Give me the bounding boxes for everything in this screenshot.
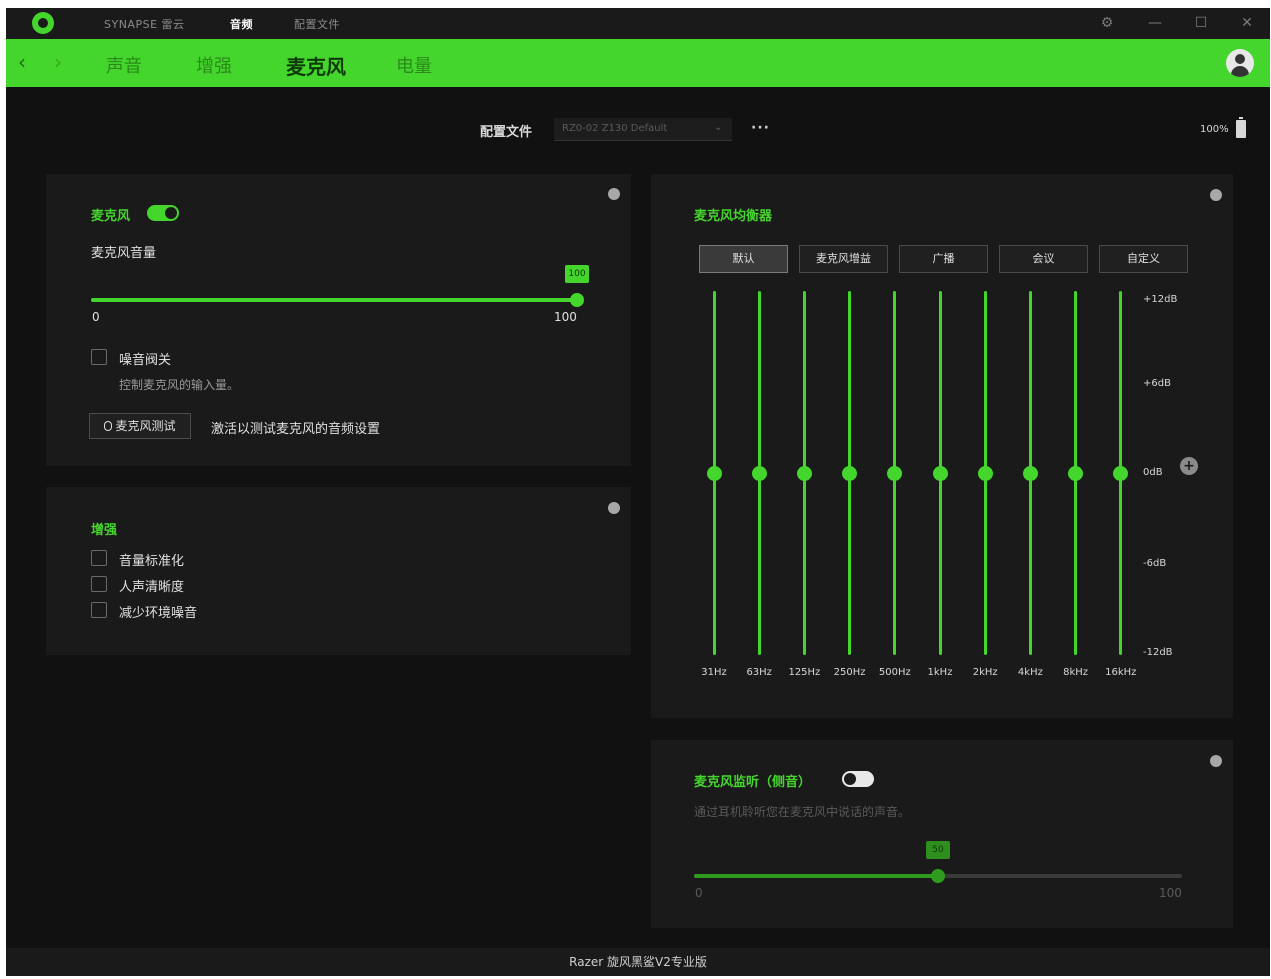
- mic-volume-min: 0: [92, 310, 100, 324]
- profile-label: 配置文件: [480, 125, 533, 140]
- mic-volume-value: 100: [565, 265, 589, 283]
- settings-icon[interactable]: ⚙: [1098, 14, 1116, 32]
- monitoring-value: 50: [926, 841, 950, 859]
- volume-normalize-label: 音量标准化: [119, 554, 185, 569]
- microphone-panel: 麦克风 麦克风音量 100 0 100 噪音阀关 控制麦克风的输入量。 麦克风测…: [46, 174, 631, 466]
- ambient-noise-reduction-checkbox[interactable]: [91, 602, 107, 618]
- microphone-toggle[interactable]: [147, 205, 179, 221]
- eq-db-label: +6dB: [1143, 378, 1171, 389]
- eq-frequency-label: 250Hz: [833, 667, 866, 678]
- eq-frequency-label: 2kHz: [972, 667, 998, 678]
- info-icon[interactable]: [1210, 189, 1222, 201]
- nav-bar: ‹ › 声音 增强 麦克风 电量: [6, 39, 1270, 87]
- eq-band-handle[interactable]: [751, 465, 767, 481]
- monitoring-toggle[interactable]: [842, 771, 874, 787]
- noise-gate-label: 噪音阀关: [119, 353, 172, 368]
- eq-preset-button[interactable]: 会议: [999, 245, 1088, 273]
- maximize-icon[interactable]: ☐: [1192, 14, 1210, 32]
- eq-frequency-label: 125Hz: [788, 667, 821, 678]
- eq-title: 麦克风均衡器: [694, 209, 773, 224]
- battery-level: 100%: [1200, 124, 1229, 135]
- eq-band-handle[interactable]: [706, 465, 722, 481]
- mic-volume-handle[interactable]: [570, 293, 584, 307]
- mic-test-button-label: 麦克风测试: [115, 419, 176, 433]
- more-options-button[interactable]: ···: [751, 120, 770, 136]
- eq-band-handle[interactable]: [796, 465, 812, 481]
- eq-band-handle[interactable]: [842, 465, 858, 481]
- enhance-title: 增强: [91, 523, 118, 538]
- tab-microphone[interactable]: 麦克风: [286, 51, 346, 80]
- eq-frequency-label: 500Hz: [878, 667, 911, 678]
- monitoring-max: 100: [1159, 886, 1182, 900]
- info-icon[interactable]: [1210, 755, 1222, 767]
- add-band-button[interactable]: +: [1180, 457, 1198, 475]
- minimize-icon[interactable]: —: [1146, 14, 1164, 32]
- mic-volume-fill: [91, 298, 577, 302]
- tab-audio[interactable]: 音频: [230, 16, 253, 32]
- app-window: SYNAPSE 雷云 音频 配置文件 ⚙ — ☐ ✕ ‹ › 声音 增强 麦克风…: [6, 8, 1270, 976]
- close-icon[interactable]: ✕: [1238, 14, 1256, 32]
- eq-db-label: -12dB: [1143, 647, 1173, 658]
- eq-frequency-label: 63Hz: [746, 667, 772, 678]
- monitoring-volume-fill: [694, 874, 938, 878]
- profile-dropdown[interactable]: RZ0-02 Z130 Default ⌄: [554, 118, 732, 141]
- eq-preset-button[interactable]: 广播: [899, 245, 988, 273]
- microphone-toggle-label: 麦克风: [91, 209, 131, 224]
- eq-frequency-label: 16kHz: [1105, 667, 1137, 678]
- monitoring-description: 通过耳机聆听您在麦克风中说话的声音。: [694, 805, 911, 819]
- ambient-noise-reduction-label: 减少环境噪音: [119, 606, 198, 621]
- microphone-icon: [104, 421, 113, 431]
- eq-db-label: 0dB: [1143, 467, 1163, 478]
- mic-volume-label: 麦克风音量: [91, 246, 157, 261]
- eq-preset-button[interactable]: 麦克风增益: [799, 245, 888, 273]
- forward-arrow-icon[interactable]: ›: [54, 51, 62, 73]
- eq-preset-button[interactable]: 自定义: [1099, 245, 1188, 273]
- eq-band-handle[interactable]: [932, 465, 948, 481]
- eq-frequency-label: 1kHz: [927, 667, 953, 678]
- eq-frequency-label: 31Hz: [701, 667, 727, 678]
- monitoring-volume-handle[interactable]: [931, 869, 945, 883]
- vocal-clarity-checkbox[interactable]: [91, 576, 107, 592]
- monitoring-min: 0: [695, 886, 703, 900]
- eq-db-label: -6dB: [1143, 558, 1167, 569]
- back-arrow-icon[interactable]: ‹: [18, 51, 26, 73]
- title-bar: SYNAPSE 雷云 音频 配置文件 ⚙ — ☐ ✕: [6, 8, 1270, 39]
- mic-monitoring-panel: 麦克风监听（侧音） 通过耳机聆听您在麦克风中说话的声音。 50 0 100: [651, 740, 1233, 928]
- eq-frequency-label: 4kHz: [1017, 667, 1043, 678]
- tab-synapse[interactable]: SYNAPSE 雷云: [104, 16, 185, 32]
- info-icon[interactable]: [608, 188, 620, 200]
- tab-profiles[interactable]: 配置文件: [294, 16, 340, 32]
- mic-eq-panel: 麦克风均衡器 默认 麦克风增益 广播 会议 自定义 31Hz 63Hz 125Hz 250Hz…: [651, 174, 1233, 718]
- eq-preset-button[interactable]: 默认: [699, 245, 788, 273]
- eq-frequency-label: 8kHz: [1063, 667, 1089, 678]
- tab-enhance[interactable]: 增强: [196, 52, 232, 78]
- eq-db-label: +12dB: [1143, 294, 1178, 305]
- monitoring-title: 麦克风监听（侧音）: [694, 775, 812, 790]
- mic-test-button[interactable]: 麦克风测试: [89, 413, 191, 439]
- mic-volume-slider[interactable]: [91, 298, 577, 302]
- noise-gate-checkbox[interactable]: [91, 349, 107, 365]
- info-icon[interactable]: [608, 502, 620, 514]
- eq-band-handle[interactable]: [1068, 465, 1084, 481]
- tab-power[interactable]: 电量: [396, 52, 432, 78]
- eq-band-handle[interactable]: [1022, 465, 1038, 481]
- eq-band-handle[interactable]: [887, 465, 903, 481]
- user-avatar[interactable]: [1226, 49, 1254, 77]
- battery-icon: [1236, 117, 1246, 138]
- mic-volume-max: 100: [554, 310, 577, 324]
- chevron-down-icon: ⌄: [714, 122, 723, 133]
- mic-test-description: 激活以测试麦克风的音频设置: [211, 422, 381, 437]
- eq-band-handle[interactable]: [977, 465, 993, 481]
- tab-sound[interactable]: 声音: [106, 52, 142, 78]
- razer-logo-icon: [32, 12, 54, 34]
- enhance-panel: 增强 音量标准化 人声清晰度 减少环境噪音: [46, 487, 631, 655]
- eq-band-handle[interactable]: [1113, 465, 1129, 481]
- noise-gate-description: 控制麦克风的输入量。: [119, 378, 240, 392]
- device-name-footer: Razer 旋风黑鲨V2专业版: [6, 948, 1270, 976]
- profile-value: RZ0-02 Z130 Default: [562, 123, 668, 134]
- volume-normalize-checkbox[interactable]: [91, 550, 107, 566]
- vocal-clarity-label: 人声清晰度: [119, 580, 185, 595]
